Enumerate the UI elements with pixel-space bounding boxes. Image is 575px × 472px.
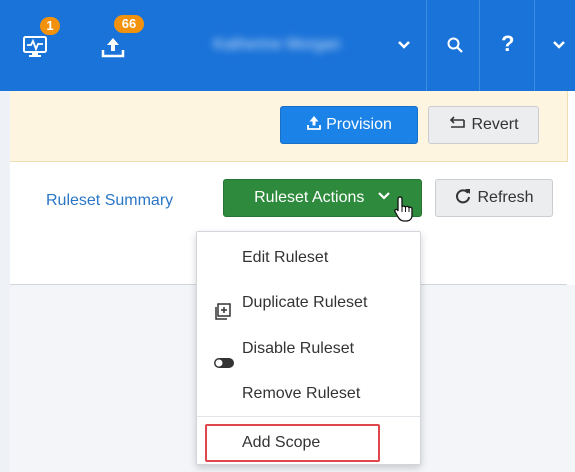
revert-icon	[450, 116, 466, 128]
menu-item-remove-ruleset[interactable]: Remove Ruleset	[197, 372, 420, 416]
highlight-box	[205, 424, 380, 462]
divider	[426, 0, 427, 91]
refresh-icon	[456, 189, 471, 204]
revert-label: Revert	[471, 116, 519, 133]
ruleset-summary-link[interactable]: Ruleset Summary	[46, 191, 173, 211]
menu-item-edit-ruleset[interactable]: Edit Ruleset	[197, 236, 420, 280]
top-navigation-bar: 1 66 Katherine Morgan ?	[0, 0, 575, 91]
revert-button[interactable]: Revert	[428, 106, 539, 144]
hand-cursor-icon	[393, 195, 417, 228]
divider	[479, 0, 480, 91]
chevron-down-icon	[378, 192, 390, 200]
divider	[534, 0, 535, 91]
menu-item-label: Disable Ruleset	[242, 340, 355, 357]
menu-item-disable-ruleset[interactable]: Disable Ruleset	[197, 327, 420, 371]
help-icon[interactable]: ?	[501, 30, 514, 58]
pending-changes-banner: Provision Revert	[10, 91, 568, 162]
upload-badge: 66	[114, 15, 144, 33]
upload-icon[interactable]	[100, 35, 126, 64]
menu-item-label: Remove Ruleset	[242, 385, 361, 402]
chevron-down-icon[interactable]	[396, 37, 412, 58]
refresh-button[interactable]: Refresh	[435, 179, 553, 217]
chevron-down-icon[interactable]	[551, 37, 567, 58]
ruleset-actions-label: Ruleset Actions	[254, 189, 365, 206]
refresh-label: Refresh	[477, 189, 534, 206]
search-icon[interactable]	[446, 36, 464, 59]
provision-button[interactable]: Provision	[280, 106, 418, 144]
provision-label: Provision	[326, 116, 392, 133]
menu-item-label: Duplicate Ruleset	[242, 294, 368, 311]
menu-item-label: Edit Ruleset	[242, 249, 329, 266]
menu-item-duplicate-ruleset[interactable]: Duplicate Ruleset	[197, 281, 420, 325]
monitor-icon[interactable]	[22, 35, 48, 64]
upload-icon	[307, 116, 321, 130]
user-name[interactable]: Katherine Morgan	[172, 32, 382, 58]
ruleset-actions-menu: Edit Ruleset Duplicate Ruleset Disable R…	[196, 231, 421, 465]
monitor-badge: 1	[40, 17, 60, 35]
divider	[197, 416, 420, 417]
